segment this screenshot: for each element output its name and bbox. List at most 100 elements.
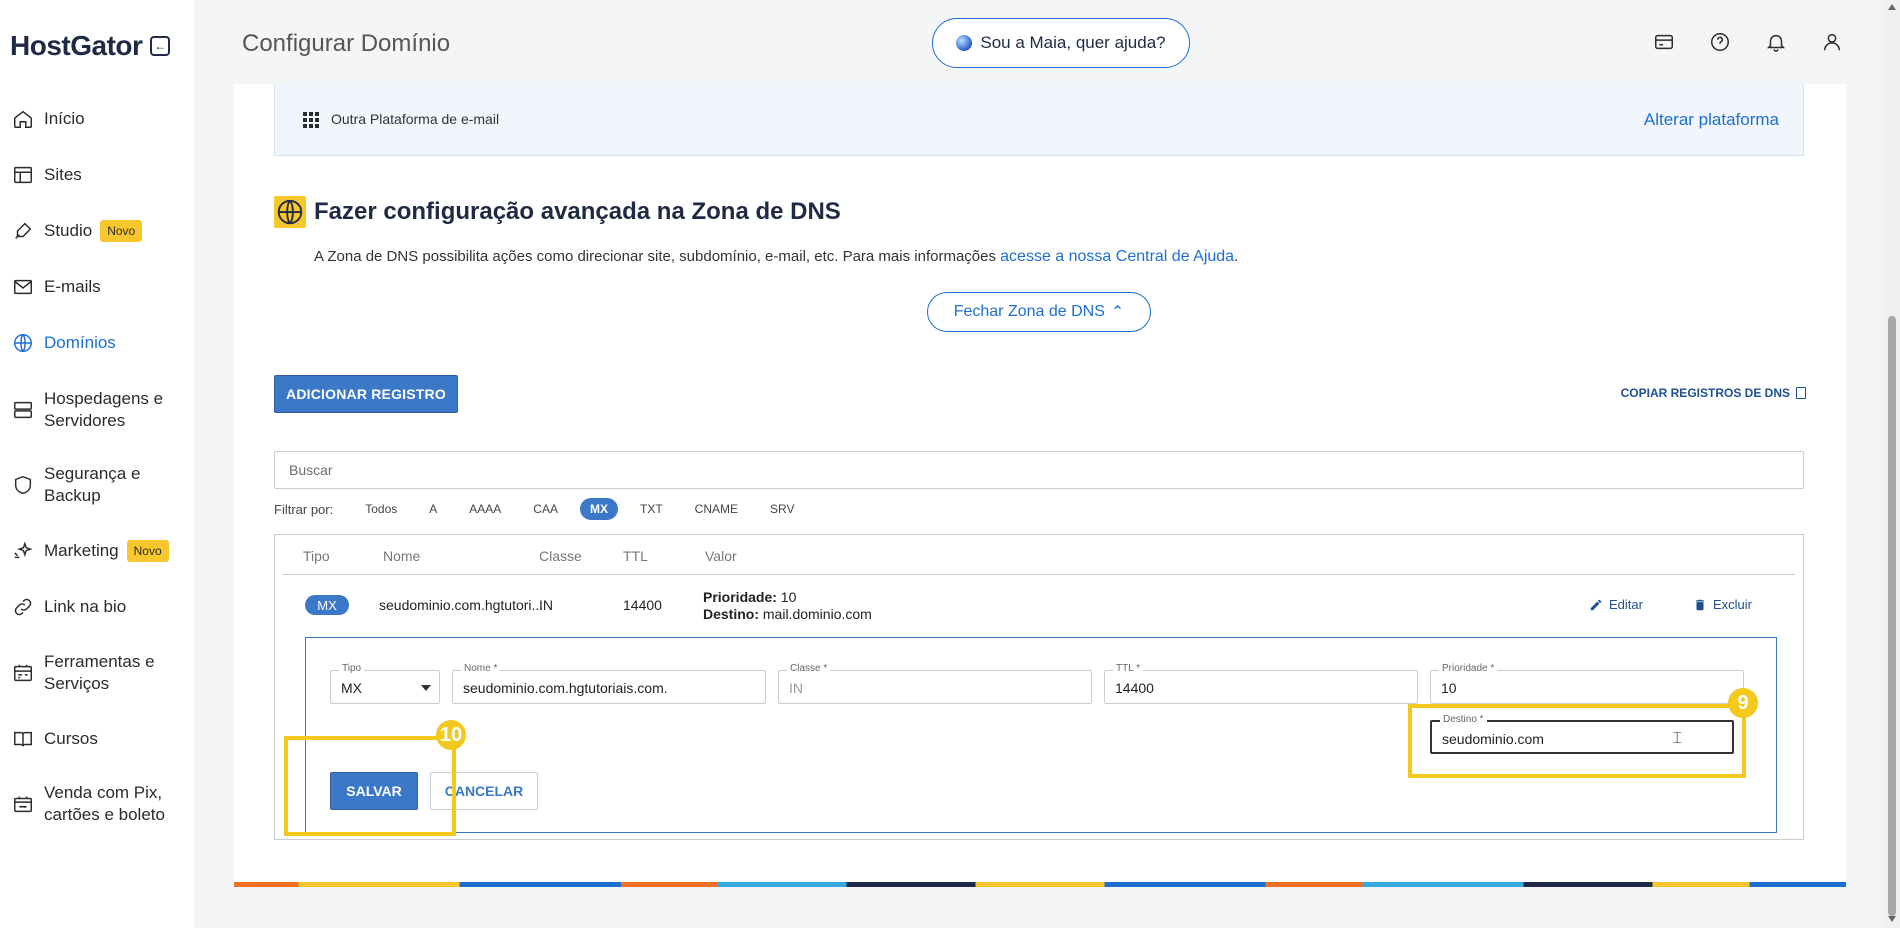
sidebar-item-studio[interactable]: Studio Novo <box>0 220 194 243</box>
filter-chip-txt[interactable]: TXT <box>630 498 673 520</box>
dns-section-header: Fazer configuração avançada na Zona de D… <box>274 196 841 228</box>
bell-icon[interactable] <box>1764 30 1788 54</box>
new-badge: Novo <box>126 540 169 563</box>
close-dns-zone-label: Fechar Zona de DNS <box>953 303 1105 320</box>
mail-icon <box>12 276 34 298</box>
globe-icon <box>12 332 34 354</box>
pencil-icon <box>1590 599 1602 610</box>
column-header-classe: Classe <box>539 548 582 564</box>
table-row: MX seudominio.com.hgtutori... IN 14400 P… <box>283 577 1795 633</box>
sidebar-item-emails[interactable]: E-mails <box>0 276 194 298</box>
scroll-down-icon[interactable] <box>1888 916 1896 922</box>
copy-dns-records-button[interactable]: COPIAR REGISTROS DE DNS <box>1621 386 1806 400</box>
add-record-button[interactable]: ADICIONAR REGISTRO <box>274 375 458 413</box>
step-number-badge: 10 <box>436 720 466 750</box>
scroll-up-icon[interactable] <box>1888 4 1896 10</box>
record-type-badge: MX <box>305 595 349 615</box>
search-input[interactable] <box>274 451 1804 489</box>
filter-chip-cname[interactable]: CNAME <box>685 498 748 520</box>
sidebar-item-dominios[interactable]: Domínios <box>0 332 194 354</box>
new-badge: Novo <box>100 220 143 243</box>
sidebar-item-seguranca[interactable]: Segurança e Backup <box>0 463 194 507</box>
name-field[interactable]: Nome * seudominio.com.hgtutoriais.com. <box>452 663 766 704</box>
sidebar-item-label: Studio Novo <box>44 220 143 243</box>
brand-stripe <box>234 882 1846 887</box>
ttl-field[interactable]: TTL * 14400 <box>1104 663 1418 704</box>
maia-orb-icon <box>956 35 973 51</box>
record-class: IN <box>539 597 553 613</box>
sidebar: HostGator ← Início Sites Studio Novo E-ma… <box>0 0 194 928</box>
sidebar-item-cursos[interactable]: Cursos <box>0 728 194 750</box>
sidebar-item-marketing[interactable]: Marketing Novo <box>0 540 194 563</box>
maia-help-button[interactable]: Sou a Maia, quer ajuda? <box>932 18 1190 68</box>
delete-record-button[interactable]: Excluir <box>1693 597 1752 612</box>
layout-icon <box>12 164 34 186</box>
column-header-nome: Nome <box>383 548 421 564</box>
scroll-thumb[interactable] <box>1888 316 1896 916</box>
filter-chip-aaaa[interactable]: AAAA <box>459 498 511 520</box>
dns-records-table: Tipo Nome Classe TTL Valor MX seudominio… <box>274 534 1804 840</box>
sidebar-item-label: Domínios <box>44 333 116 352</box>
page-title: Configurar Domínio <box>242 30 451 57</box>
sidebar-item-label-line2: cartões e boleto <box>44 805 165 824</box>
ttl-value: 14400 <box>1115 680 1154 696</box>
logo-text: HostGator <box>10 30 143 61</box>
sidebar-item-ferramentas[interactable]: Ferramentas e Serviços <box>0 651 194 695</box>
email-platform-bar: Outra Plataforma de e-mail Alterar plata… <box>274 84 1804 156</box>
home-icon <box>12 108 34 130</box>
class-value: IN <box>789 680 803 696</box>
sidebar-item-label: Sites <box>44 165 82 184</box>
maia-help-label: Sou a Maia, quer ajuda? <box>980 33 1166 52</box>
collapse-sidebar-icon[interactable]: ← <box>150 36 171 56</box>
column-header-valor: Valor <box>705 548 737 564</box>
header: Configurar Domínio Sou a Maia, quer ajud… <box>194 0 1884 84</box>
sidebar-item-link-na-bio[interactable]: Link na bio <box>0 596 194 618</box>
close-dns-zone-button[interactable]: Fechar Zona de DNS ⌃ <box>927 292 1151 332</box>
sidebar-item-label-line2: Backup <box>44 486 101 505</box>
server-icon <box>12 399 34 421</box>
sidebar-item-inicio[interactable]: Início <box>0 108 194 130</box>
filter-row: Filtrar por: Todos A AAAA CAA MX TXT CNA… <box>274 497 816 521</box>
column-header-ttl: TTL <box>623 548 648 564</box>
sidebar-item-label: Venda com Pix, <box>44 783 163 802</box>
sidebar-item-label: Hospedagens e <box>44 389 164 408</box>
help-center-link[interactable]: acesse a nossa Central de Ajuda <box>1000 248 1234 265</box>
filter-chip-a[interactable]: A <box>419 498 447 520</box>
payment-icon <box>12 793 34 815</box>
sidebar-item-sites[interactable]: Sites <box>0 164 194 186</box>
sidebar-item-hospedagens[interactable]: Hospedagens e Servidores <box>0 388 194 432</box>
highlight-destination-step <box>1408 704 1746 778</box>
filter-chip-caa[interactable]: CAA <box>523 498 568 520</box>
highlight-save-step <box>284 736 456 836</box>
ttl-label: TTL * <box>1113 663 1144 674</box>
sidebar-item-label: Ferramentas e <box>44 652 155 671</box>
help-icon[interactable] <box>1708 30 1732 54</box>
name-label: Nome * <box>461 663 501 674</box>
sidebar-item-label: E-mails <box>44 277 101 296</box>
scrollbar[interactable] <box>1884 0 1900 928</box>
book-icon <box>12 728 34 750</box>
filter-chip-srv[interactable]: SRV <box>760 498 804 520</box>
dns-title: Fazer configuração avançada na Zona de D… <box>314 198 841 225</box>
edit-label: Editar <box>1609 597 1643 612</box>
change-platform-link[interactable]: Alterar plataforma <box>1644 110 1779 130</box>
logo[interactable]: HostGator ← <box>10 30 171 62</box>
dns-description: A Zona de DNS possibilita ações como dir… <box>314 248 1238 266</box>
priority-field[interactable]: Prioridade * 10 <box>1430 663 1744 704</box>
sidebar-item-label: Início <box>44 109 85 128</box>
shield-icon <box>12 474 34 496</box>
filter-chip-mx[interactable]: MX <box>579 498 618 520</box>
sidebar-item-venda[interactable]: Venda com Pix, cartões e boleto <box>0 782 194 826</box>
priority-label: Prioridade: <box>703 589 777 605</box>
edit-record-button[interactable]: Editar <box>1589 597 1643 612</box>
table-header: Tipo Nome Classe TTL Valor <box>283 535 1795 575</box>
type-select[interactable]: Tipo MX <box>330 663 440 704</box>
record-name: seudominio.com.hgtutori... <box>379 597 544 613</box>
sidebar-item-label: Segurança e <box>44 464 141 483</box>
billing-card-icon[interactable] <box>1652 30 1676 54</box>
chevron-up-icon: ⌃ <box>1110 304 1125 321</box>
copy-dns-records-label: COPIAR REGISTROS DE DNS <box>1620 386 1790 400</box>
brush-icon <box>12 220 34 242</box>
user-icon[interactable] <box>1820 30 1844 54</box>
filter-chip-todos[interactable]: Todos <box>355 498 407 520</box>
